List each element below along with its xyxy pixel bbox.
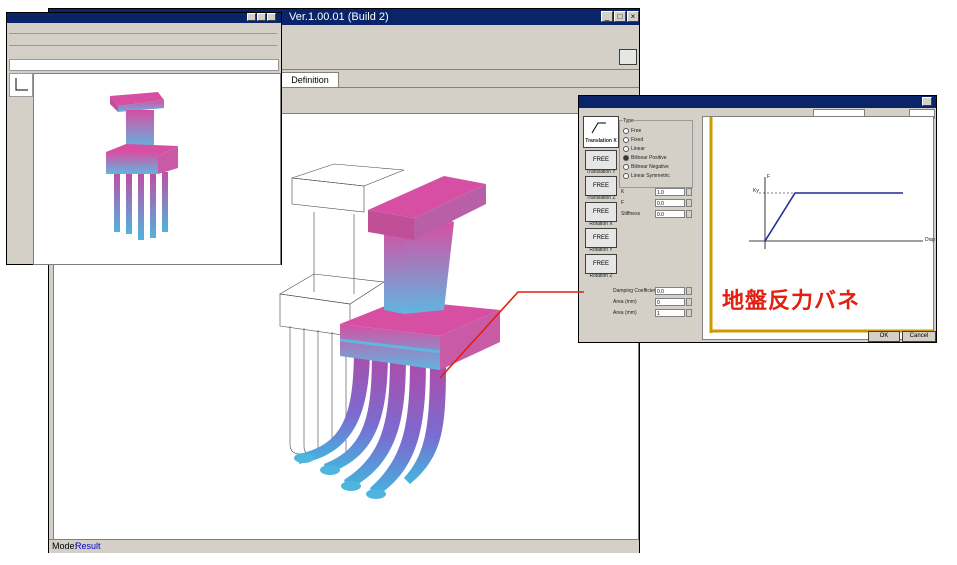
preview-viewport[interactable] (33, 73, 281, 265)
field-k-input[interactable]: 1.0 (655, 188, 685, 196)
preview-minimize-button[interactable] (247, 13, 256, 21)
type-option-fixed: Fixed (631, 137, 644, 143)
dof-rotation-x-button[interactable]: FREE (585, 202, 617, 222)
type-radio-fixed[interactable] (623, 137, 629, 143)
dof-rotation-y-button[interactable]: FREE (585, 228, 617, 248)
dof-translation-z-button[interactable]: FREE (585, 176, 617, 196)
ok-button[interactable]: OK (868, 331, 900, 342)
field-k-label: K (621, 189, 625, 195)
preview-toolbar[interactable] (9, 35, 277, 46)
preview-maximize-button[interactable] (257, 13, 266, 21)
type-radio-bilinear-positive[interactable] (623, 155, 629, 161)
preview-pier-model (106, 92, 178, 240)
graph-y-label: F (767, 174, 771, 180)
cancel-button[interactable]: Cancel (902, 331, 936, 342)
dof-rotation-y-label: Rotation Y (589, 247, 613, 253)
maximize-button[interactable]: □ (614, 11, 626, 22)
area2-label: Area (mm) (613, 310, 637, 316)
type-option-bilinear-positive: Bilinear Positive (631, 155, 667, 161)
type-radio-free[interactable] (623, 128, 629, 134)
type-option-bilinear-negative: Bilinear Negative (631, 164, 669, 170)
area2-spin[interactable] (686, 309, 692, 317)
dof-rotation-z-label: Rotation Z (589, 273, 613, 279)
bilinear-curve (764, 192, 903, 242)
field-f-input[interactable]: 0.0 (655, 199, 685, 207)
type-radio-linear-symmetric[interactable] (623, 173, 629, 179)
preview-radio-row[interactable] (9, 47, 277, 55)
field-k-spin[interactable] (686, 188, 692, 196)
type-radio-bilinear-negative[interactable] (623, 164, 629, 170)
type-radio-linear[interactable] (623, 146, 629, 152)
area1-label: Area (mm) (613, 299, 637, 305)
preview-toolbar-2[interactable] (9, 59, 279, 71)
callout-leader (440, 291, 584, 379)
status-bar: Mode: Result (49, 539, 639, 553)
dof-translation-z-label: Translation Z (586, 195, 616, 201)
axis-indicator (9, 73, 33, 97)
type-option-linear-symmetric: Linear Symmetric (631, 173, 670, 179)
dof-translation-y-button[interactable]: FREE (585, 150, 617, 170)
dof-translation-x-label: Translation X (585, 138, 617, 144)
minimize-button[interactable]: _ (601, 11, 613, 22)
tab-definition[interactable]: Definition (281, 72, 339, 87)
area1-input[interactable]: 0 (655, 298, 685, 306)
type-option-linear: Linear (631, 146, 645, 152)
preview-titlebar[interactable] (7, 13, 281, 23)
field-stiffness-spin[interactable] (686, 210, 692, 218)
type-label: Type (623, 118, 634, 124)
field-f-spin[interactable] (686, 199, 692, 207)
damping-label: Damping Coefficient (613, 288, 658, 294)
preview-close-button[interactable] (267, 13, 276, 21)
damping-spin[interactable] (686, 287, 692, 295)
preview-window (6, 12, 282, 265)
ground-spring-callout: 地盤反力バネ (722, 288, 861, 313)
preview-menubar[interactable] (9, 25, 277, 34)
spring-close-button[interactable] (922, 97, 932, 106)
toolbar-window-icon[interactable] (619, 49, 637, 65)
damping-input[interactable]: 0.0 (655, 287, 685, 295)
close-button[interactable]: × (627, 11, 639, 22)
field-stiffness-label: Stiffness (621, 211, 641, 217)
spring-titlebar[interactable] (579, 96, 936, 108)
status-mode-label: Mode: (52, 541, 78, 551)
graph-x-label: Disp (925, 237, 936, 243)
type-option-free: Free (631, 128, 642, 134)
status-mode-value: Result (75, 541, 101, 551)
field-f-label: F (621, 200, 625, 206)
field-stiffness-input[interactable]: 0.0 (655, 210, 685, 218)
dof-rotation-x-label: Rotation X (589, 221, 613, 227)
main-window-title: Ver.1.00.01 (Build 2) (289, 11, 389, 23)
dof-rotation-z-button[interactable]: FREE (585, 254, 617, 274)
dof-translation-y-label: Translation Y (586, 169, 616, 175)
area1-spin[interactable] (686, 298, 692, 306)
graph-k-label: Ky (753, 188, 759, 194)
area2-input[interactable]: 1 (655, 309, 685, 317)
